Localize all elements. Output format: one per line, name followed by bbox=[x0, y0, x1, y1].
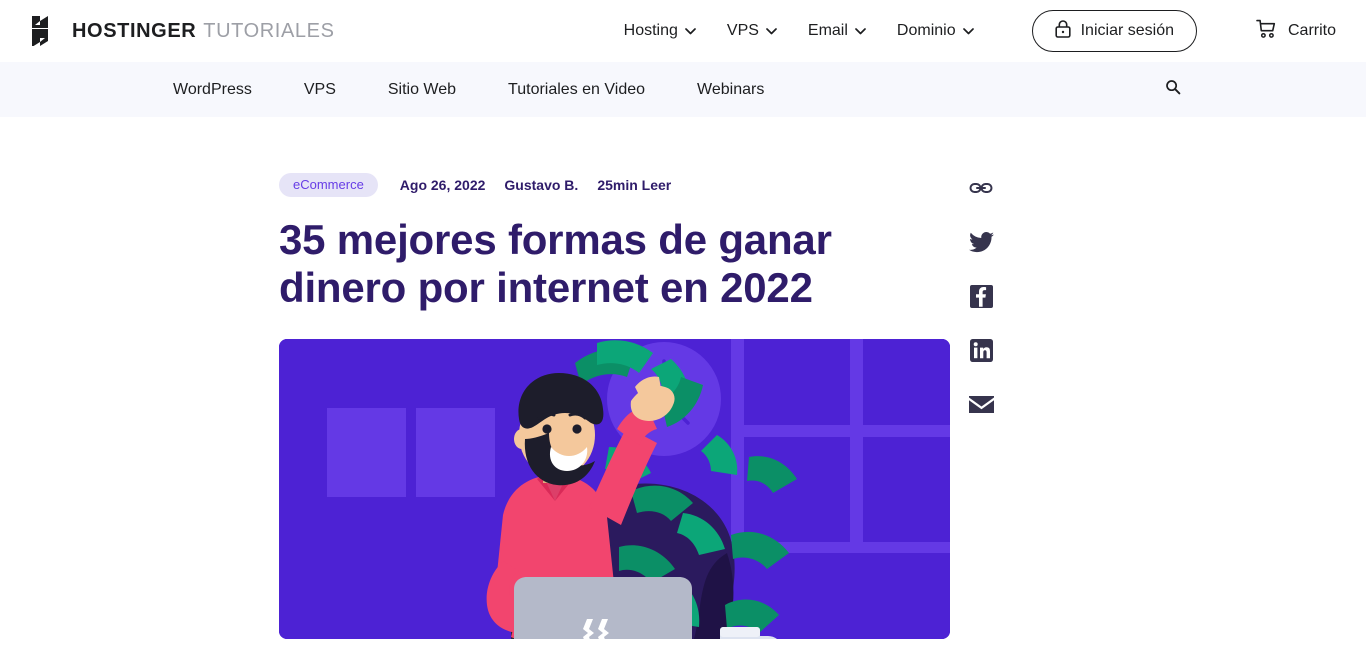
nav-label: Hosting bbox=[623, 22, 678, 39]
subnav-item-tutoriales-en-video[interactable]: Tutoriales en Video bbox=[508, 81, 645, 99]
secondary-nav: WordPress VPS Sitio Web Tutoriales en Vi… bbox=[0, 62, 1366, 117]
search-icon bbox=[1165, 79, 1181, 100]
share-facebook-button[interactable] bbox=[968, 283, 994, 309]
site-logo[interactable]: HOSTINGER TUTORIALES bbox=[32, 16, 335, 46]
share-twitter-button[interactable] bbox=[968, 229, 994, 255]
share-email-button[interactable] bbox=[968, 391, 994, 417]
share-linkedin-button[interactable] bbox=[968, 337, 994, 363]
chevron-down-icon bbox=[685, 27, 696, 35]
subnav-item-wordpress[interactable]: WordPress bbox=[173, 81, 252, 99]
nav-label: VPS bbox=[726, 22, 759, 39]
facebook-icon bbox=[969, 284, 993, 308]
subnav-item-vps[interactable]: VPS bbox=[304, 81, 336, 99]
article-container: eCommerce Ago 26, 2022 Gustavo B. 25min … bbox=[279, 173, 950, 639]
shopping-cart-icon bbox=[1256, 19, 1278, 44]
nav-item-dominio[interactable]: Dominio bbox=[897, 22, 974, 40]
logo-wordmark: HOSTINGER bbox=[72, 19, 197, 42]
nav-label: Email bbox=[807, 22, 848, 39]
login-button-label: Iniciar sesión bbox=[1080, 22, 1174, 39]
chevron-down-icon bbox=[855, 27, 866, 35]
author-name: Gustavo B. bbox=[504, 177, 579, 193]
top-header: HOSTINGER TUTORIALES Hosting VPS Email D… bbox=[0, 0, 1366, 62]
subnav-item-webinars[interactable]: Webinars bbox=[697, 81, 764, 99]
share-sidebar bbox=[968, 175, 994, 417]
chevron-down-icon bbox=[962, 27, 974, 35]
cart-button-label: Carrito bbox=[1287, 22, 1336, 39]
nav-label: Dominio bbox=[896, 22, 956, 39]
publish-date: Ago 26, 2022 bbox=[399, 177, 486, 193]
nav-item-email[interactable]: Email bbox=[808, 22, 866, 40]
share-copy-link-button[interactable] bbox=[968, 175, 994, 201]
email-icon bbox=[968, 395, 994, 414]
laptop bbox=[514, 577, 692, 639]
copy-link-icon bbox=[969, 176, 993, 200]
cart-button[interactable]: Carrito bbox=[1256, 19, 1336, 44]
hero-illustration bbox=[279, 339, 950, 639]
article-meta: eCommerce Ago 26, 2022 Gustavo B. 25min … bbox=[279, 173, 950, 197]
primary-nav: Hosting VPS Email Dominio Iniciar sesión… bbox=[624, 10, 1336, 52]
nav-item-vps[interactable]: VPS bbox=[727, 22, 777, 40]
search-button[interactable] bbox=[1162, 79, 1184, 101]
window-frame bbox=[731, 339, 950, 553]
category-badge[interactable]: eCommerce bbox=[279, 173, 378, 197]
logo-subtitle: TUTORIALES bbox=[203, 19, 335, 42]
hostinger-h-logo-icon bbox=[32, 16, 60, 46]
article-page: eCommerce Ago 26, 2022 Gustavo B. 25min … bbox=[0, 117, 1366, 650]
read-time: 25min Leer bbox=[597, 177, 672, 193]
login-button[interactable]: Iniciar sesión bbox=[1031, 10, 1197, 52]
page-title: 35 mejores formas de ganar dinero por in… bbox=[279, 216, 832, 311]
nav-item-hosting[interactable]: Hosting bbox=[624, 22, 696, 40]
chevron-down-icon bbox=[766, 27, 777, 35]
linkedin-icon bbox=[969, 338, 993, 362]
subnav-item-sitio-web[interactable]: Sitio Web bbox=[388, 81, 456, 99]
twitter-icon bbox=[968, 231, 994, 253]
lock-icon bbox=[1055, 19, 1071, 43]
